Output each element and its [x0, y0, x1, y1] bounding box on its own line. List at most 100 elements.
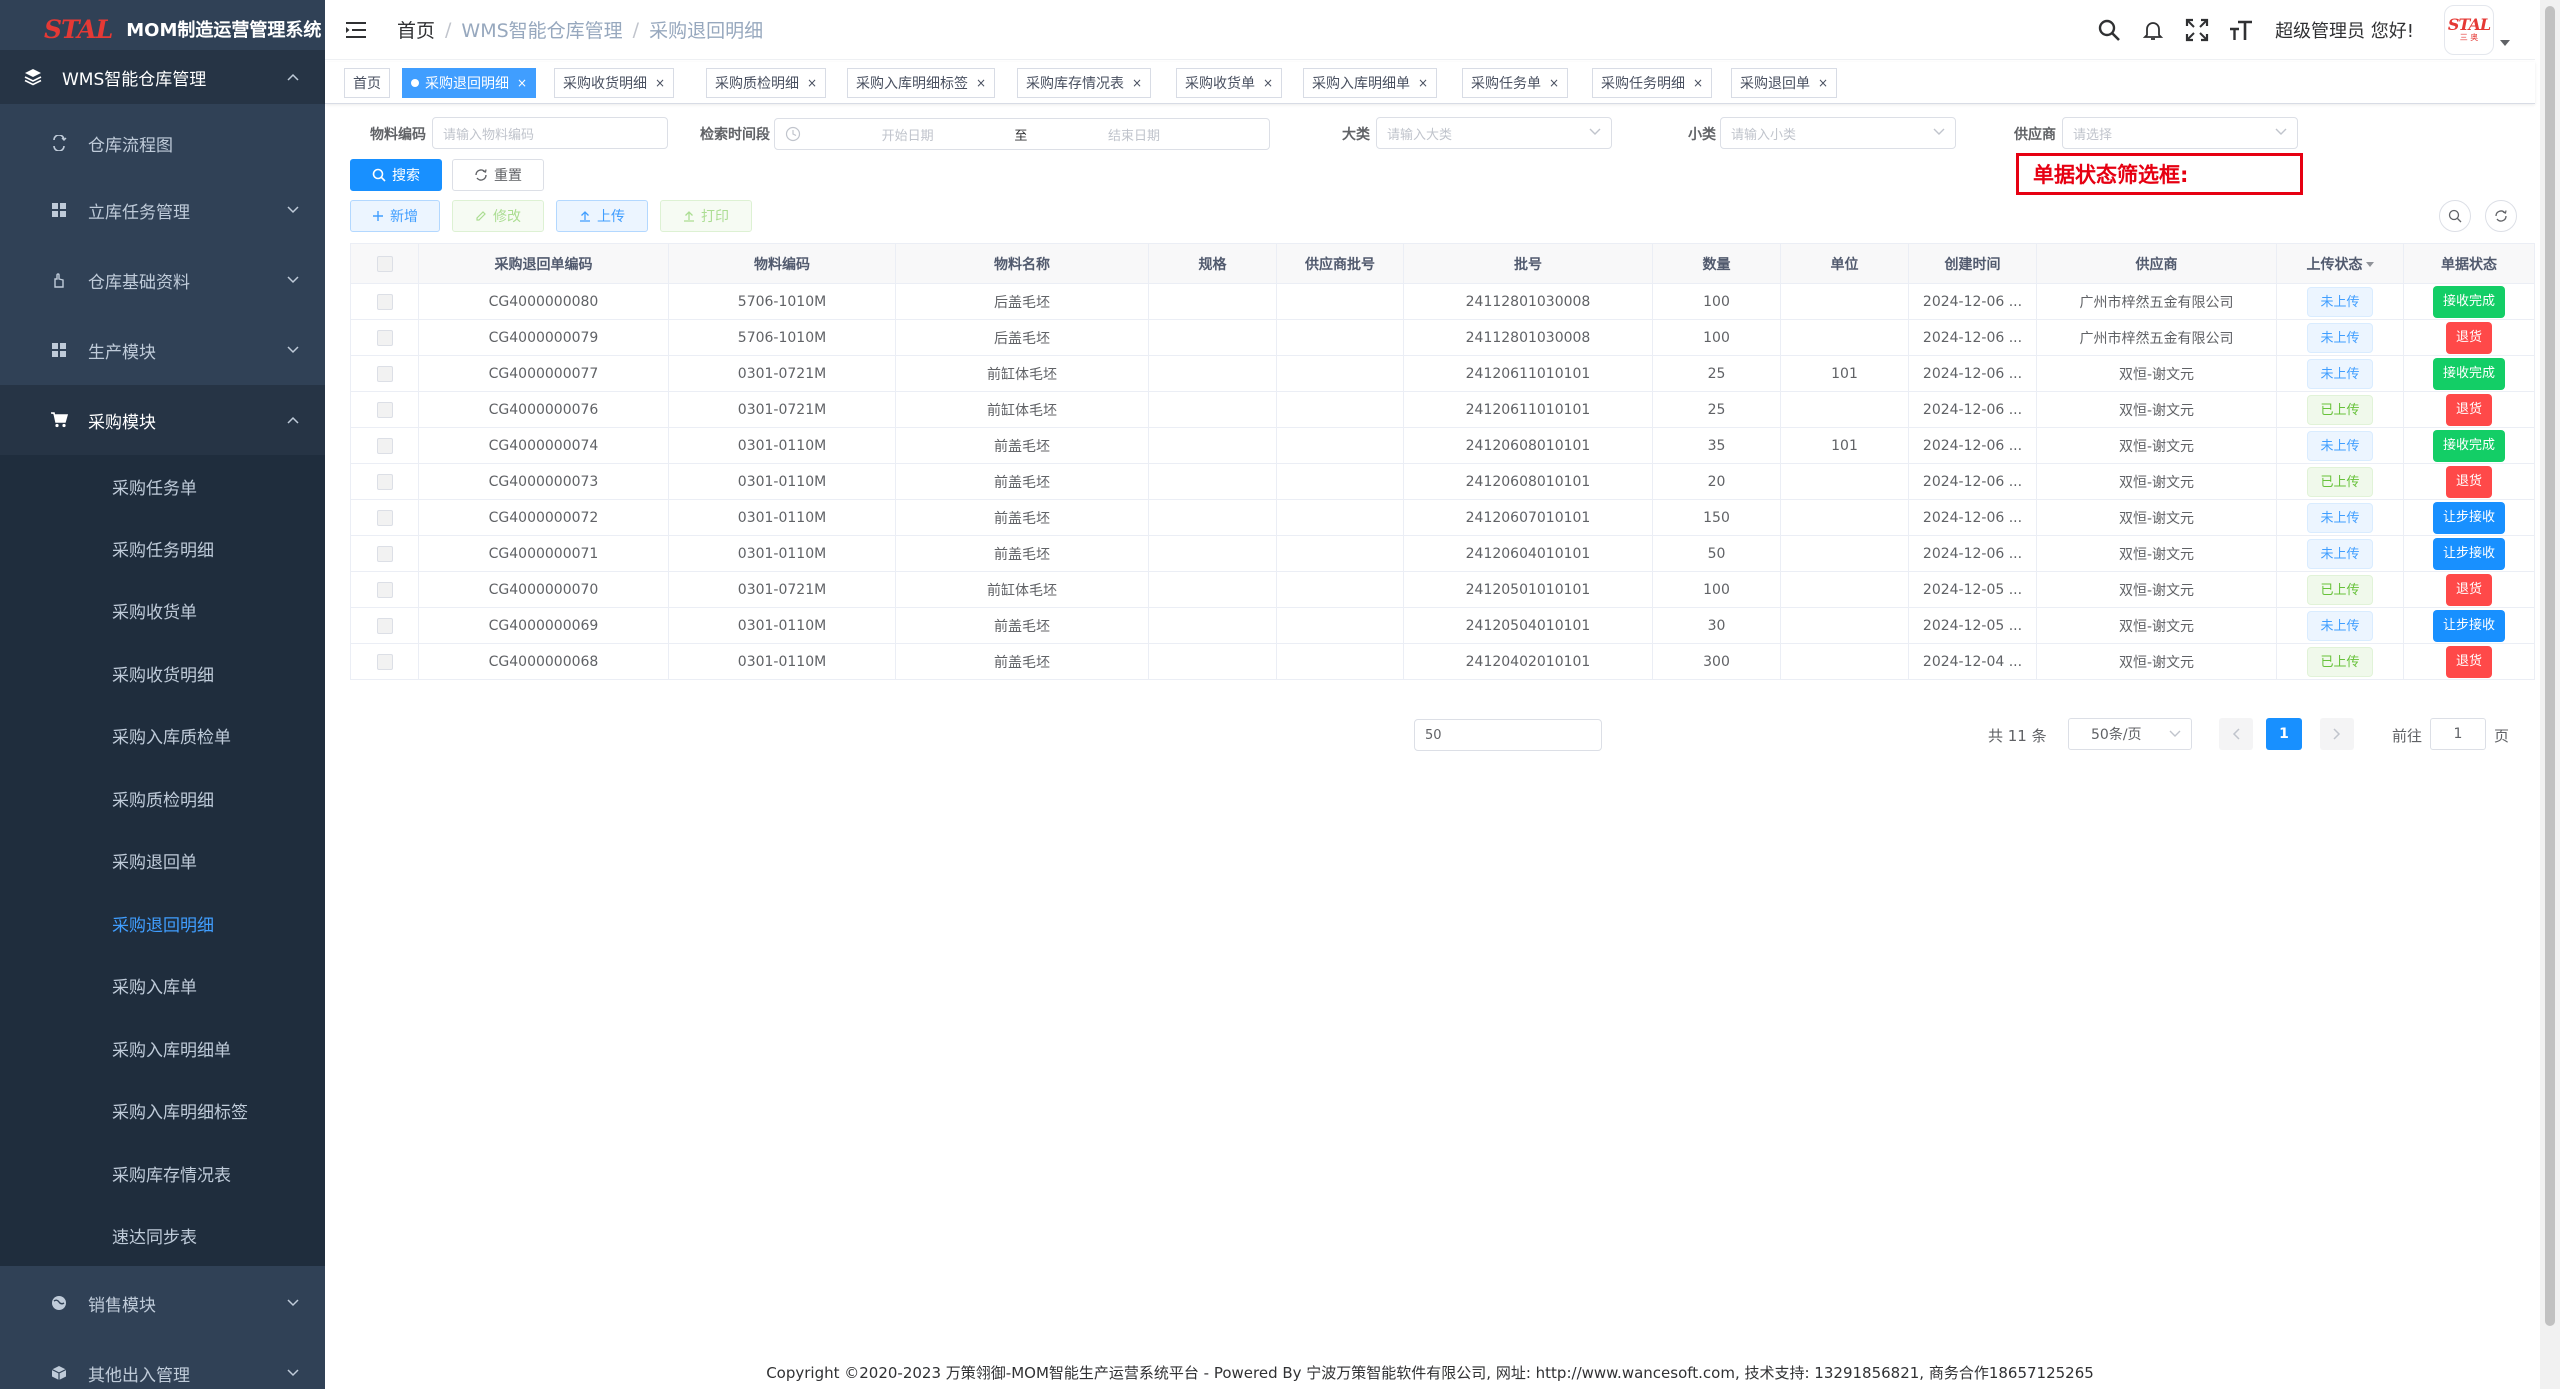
sidebar-subitem[interactable]: 采购任务明细 — [0, 517, 325, 579]
refresh-table-button[interactable] — [2485, 200, 2517, 232]
font-size-icon[interactable] — [2229, 18, 2253, 42]
tag[interactable]: 采购质检明细 × — [706, 68, 827, 98]
table-row[interactable]: CG4000000068 0301-0110M 前盖毛坯 24120402010101… — [350, 643, 2535, 680]
sidebar-subitem[interactable]: 采购退回单 — [0, 829, 325, 891]
upload-status-header[interactable]: 上传状态 — [2276, 243, 2404, 284]
date-range-picker[interactable]: 开始日期 至 结束日期 — [774, 118, 1270, 150]
table-row[interactable]: CG4000000074 0301-0110M 前盖毛坯 24120608010101… — [350, 427, 2535, 464]
sidebar-subitem[interactable]: 采购收货单 — [0, 579, 325, 641]
row-select-cell[interactable] — [350, 643, 419, 680]
sidebar-item-warehouse-base[interactable]: 仓库基础资料 — [0, 245, 325, 315]
close-icon[interactable]: × — [517, 76, 527, 90]
hamburger-icon[interactable] — [345, 19, 367, 41]
sidebar-item-wms[interactable]: WMS智能仓库管理 — [0, 50, 325, 104]
tag-home[interactable]: 首页 — [344, 68, 390, 98]
search-icon[interactable] — [2097, 18, 2121, 42]
sidebar-subitem[interactable]: 采购任务单 — [0, 455, 325, 517]
select-all-checkbox[interactable] — [376, 255, 393, 272]
tag-active[interactable]: 采购退回明细 × — [402, 68, 537, 98]
close-icon[interactable]: × — [1818, 76, 1828, 90]
tag[interactable]: 采购任务单 × — [1462, 68, 1569, 98]
close-icon[interactable]: × — [1549, 76, 1559, 90]
row-checkbox[interactable] — [376, 653, 393, 670]
prev-page-button[interactable] — [2219, 718, 2253, 750]
tag[interactable]: 采购任务明细 × — [1592, 68, 1713, 98]
sidebar-item-warehouse-flow[interactable]: 仓库流程图 — [0, 108, 325, 178]
close-icon[interactable]: × — [1693, 76, 1703, 90]
bell-icon[interactable] — [2141, 18, 2165, 42]
table-row[interactable]: CG4000000080 5706-1010M 后盖毛坯 24112801030008… — [350, 283, 2535, 320]
tag[interactable]: 采购入库明细标签 × — [847, 68, 996, 98]
row-select-cell[interactable] — [350, 607, 419, 644]
page-size-select[interactable]: 50条/页 — [2068, 718, 2192, 750]
search-button[interactable]: 搜索 — [350, 159, 442, 191]
row-checkbox[interactable] — [376, 473, 393, 490]
row-checkbox[interactable] — [376, 437, 393, 454]
print-button[interactable]: 打印 — [660, 200, 752, 232]
close-icon[interactable]: × — [1263, 76, 1273, 90]
tag[interactable]: 采购入库明细单 × — [1303, 68, 1438, 98]
sidebar-item-production[interactable]: 生产模块 — [0, 315, 325, 385]
row-select-cell[interactable] — [350, 427, 419, 464]
tag[interactable]: 采购收货明细 × — [554, 68, 675, 98]
row-checkbox[interactable] — [376, 581, 393, 598]
table-row[interactable]: CG4000000073 0301-0110M 前盖毛坯 24120608010101… — [350, 463, 2535, 500]
breadcrumb-home[interactable]: 首页 — [397, 16, 435, 43]
row-checkbox[interactable] — [376, 329, 393, 346]
add-button[interactable]: 新增 — [350, 200, 440, 232]
edit-button[interactable]: 修改 — [452, 200, 544, 232]
row-select-cell[interactable] — [350, 463, 419, 500]
reset-button[interactable]: 重置 — [452, 159, 544, 191]
close-icon[interactable]: × — [807, 76, 817, 90]
scrollbar-thumb[interactable] — [2545, 6, 2555, 1326]
tag[interactable]: 采购库存情况表 × — [1017, 68, 1152, 98]
page-size-input[interactable]: 50 — [1414, 719, 1602, 751]
next-page-button[interactable] — [2320, 718, 2354, 750]
row-select-cell[interactable] — [350, 283, 419, 320]
table-row[interactable]: CG4000000070 0301-0721M 前缸体毛坯 2412050101010… — [350, 571, 2535, 608]
fullscreen-icon[interactable] — [2185, 18, 2209, 42]
sidebar-subitem[interactable]: 采购入库明细单 — [0, 1017, 325, 1079]
vertical-scrollbar[interactable] — [2540, 0, 2560, 1389]
minor-class-select[interactable]: 请输入小类 — [1720, 117, 1956, 149]
sort-caret-icon[interactable] — [2365, 261, 2374, 268]
close-icon[interactable]: × — [976, 76, 986, 90]
tag[interactable]: 采购退回单 × — [1731, 68, 1838, 98]
end-date-input[interactable]: 结束日期 — [1059, 125, 1209, 144]
material-code-input[interactable]: 请输入物料编码 — [432, 117, 668, 149]
sidebar-subitem[interactable]: 速达同步表 — [0, 1204, 325, 1266]
table-row[interactable]: CG4000000072 0301-0110M 前盖毛坯 24120607010101… — [350, 499, 2535, 536]
row-select-cell[interactable] — [350, 391, 419, 428]
upload-button[interactable]: 上传 — [556, 200, 648, 232]
sidebar-subitem[interactable]: 采购质检明细 — [0, 767, 325, 829]
table-row[interactable]: CG4000000071 0301-0110M 前盖毛坯 24120604010101… — [350, 535, 2535, 572]
caret-down-icon[interactable] — [2500, 40, 2510, 46]
row-checkbox[interactable] — [376, 293, 393, 310]
tag[interactable]: 采购收货单 × — [1176, 68, 1283, 98]
row-checkbox[interactable] — [376, 545, 393, 562]
close-icon[interactable]: × — [655, 76, 665, 90]
sidebar-subitem-active[interactable]: 采购退回明细 — [0, 892, 325, 954]
start-date-input[interactable]: 开始日期 — [833, 125, 983, 144]
page-number-current[interactable]: 1 — [2266, 718, 2302, 750]
close-icon[interactable]: × — [1418, 76, 1428, 90]
table-row[interactable]: CG4000000069 0301-0110M 前盖毛坯 24120504010101… — [350, 607, 2535, 644]
sidebar-item-lib-task[interactable]: 立库任务管理 — [0, 175, 325, 245]
table-row[interactable]: CG4000000079 5706-1010M 后盖毛坯 24112801030008… — [350, 319, 2535, 356]
row-select-cell[interactable] — [350, 535, 419, 572]
major-class-select[interactable]: 请输入大类 — [1376, 117, 1612, 149]
avatar[interactable]: STAL 三 奥 — [2444, 5, 2494, 55]
goto-page-input[interactable]: 1 — [2430, 718, 2486, 750]
sidebar-subitem[interactable]: 采购收货明细 — [0, 642, 325, 704]
toggle-search-button[interactable] — [2439, 200, 2471, 232]
sidebar-subitem[interactable]: 采购入库明细标签 — [0, 1079, 325, 1141]
row-checkbox[interactable] — [376, 617, 393, 634]
select-all-cell[interactable] — [350, 243, 419, 284]
sidebar-subitem[interactable]: 采购入库单 — [0, 954, 325, 1016]
row-select-cell[interactable] — [350, 571, 419, 608]
row-select-cell[interactable] — [350, 499, 419, 536]
table-row[interactable]: CG4000000076 0301-0721M 前缸体毛坯 2412061101010… — [350, 391, 2535, 428]
sidebar-subitem[interactable]: 采购入库质检单 — [0, 704, 325, 766]
sidebar-subitem[interactable]: 采购库存情况表 — [0, 1142, 325, 1204]
supplier-select[interactable]: 请选择 — [2062, 117, 2298, 149]
